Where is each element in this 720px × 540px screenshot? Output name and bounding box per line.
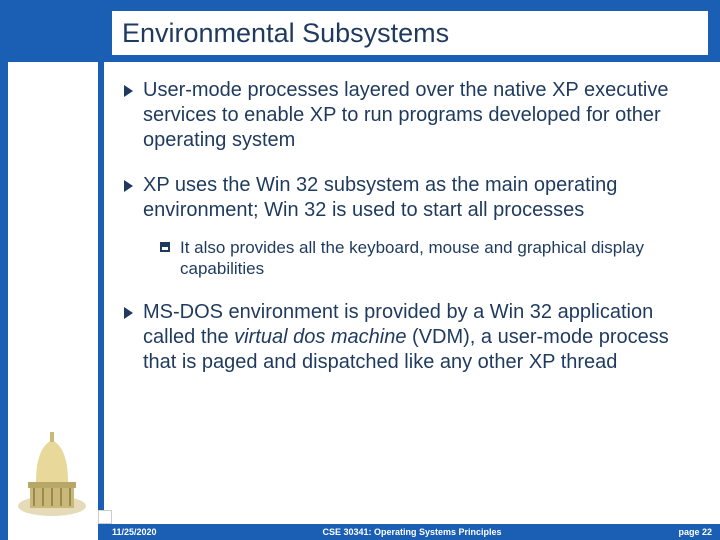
bullet-2-text: XP uses the Win 32 subsystem as the main… — [143, 173, 694, 223]
bullet-1-text: User-mode processes layered over the nat… — [143, 78, 694, 153]
slide-title: Environmental Subsystems — [122, 18, 449, 49]
arrow-icon — [124, 307, 133, 319]
square-icon — [160, 242, 170, 252]
content-area: User-mode processes layered over the nat… — [124, 78, 694, 395]
bullet-2-sub-text: It also provides all the keyboard, mouse… — [180, 237, 694, 280]
dome-logo — [16, 428, 88, 518]
footer-bar: 11/25/2020 CSE 30341: Operating Systems … — [104, 524, 720, 540]
bullet-3: MS-DOS environment is provided by a Win … — [124, 300, 694, 375]
arrow-icon — [124, 85, 133, 97]
corner-square — [98, 510, 112, 524]
bullet-3-text: MS-DOS environment is provided by a Win … — [143, 300, 694, 375]
footer-page: page 22 — [678, 527, 712, 537]
arrow-icon — [124, 180, 133, 192]
footer-date: 11/25/2020 — [112, 527, 157, 537]
bullet-3-italic: virtual dos machine — [234, 326, 406, 348]
bullet-2: XP uses the Win 32 subsystem as the main… — [124, 173, 694, 223]
bullet-2-sub: It also provides all the keyboard, mouse… — [160, 237, 694, 280]
footer-course: CSE 30341: Operating Systems Principles — [322, 527, 501, 537]
bullet-1: User-mode processes layered over the nat… — [124, 78, 694, 153]
title-box: Environmental Subsystems — [112, 11, 708, 55]
